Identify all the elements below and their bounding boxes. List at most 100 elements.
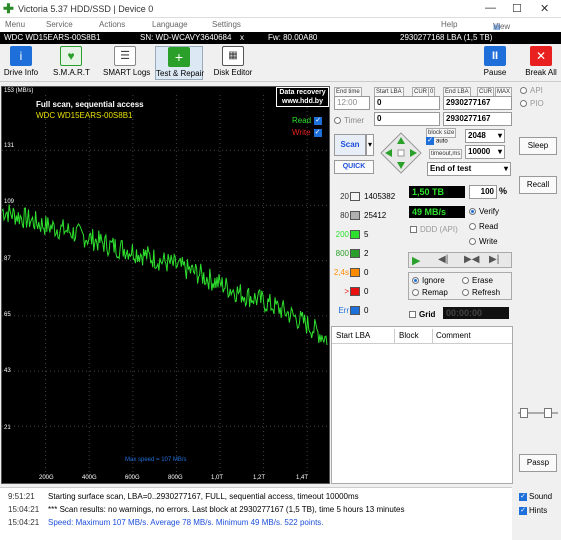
timer-field[interactable]: 0 — [374, 112, 440, 126]
block-counter-row: >0 — [331, 285, 407, 299]
menu-item-service[interactable]: Service — [46, 20, 73, 29]
api-option[interactable]: API — [520, 86, 543, 95]
disk-editor-button[interactable]: ▦ Disk Editor — [213, 46, 253, 80]
play-icon[interactable]: ▶ — [412, 254, 420, 267]
quick-button[interactable]: QUICK — [334, 160, 374, 174]
speed-graph: 153 (MB/s) 131 109 87 65 43 21 200G 400G… — [1, 86, 330, 484]
max-speed-label: Max speed = 107 MB/s — [125, 457, 187, 463]
hints-label: Hints — [529, 506, 548, 515]
block-size-select[interactable]: 2048 ▾ — [465, 129, 505, 143]
slider-thumb-2[interactable] — [544, 408, 552, 418]
write-toggle[interactable]: Write ✓ — [292, 128, 322, 137]
refresh-option[interactable]: Refresh — [462, 288, 500, 297]
erase-option[interactable]: Erase — [462, 276, 493, 285]
block-counter-label: Err — [338, 306, 349, 315]
menu-item-help[interactable]: Help — [441, 20, 457, 29]
scan-button[interactable]: Scan — [334, 134, 366, 156]
auto-toggle[interactable]: ✓ auto — [426, 137, 448, 145]
pause-label: Pause — [483, 68, 507, 77]
maximize-icon[interactable]: ☐ — [512, 2, 522, 15]
skip-end-icon[interactable]: ▶| — [489, 254, 499, 265]
hints-toggle[interactable]: ✓ Hints — [519, 506, 547, 515]
menu-item-menu[interactable]: Menu — [5, 20, 25, 29]
disk-editor-icon: ▦ — [222, 46, 244, 66]
x-tick-800g: 800G — [168, 475, 183, 481]
refresh-label: Refresh — [472, 288, 501, 297]
menu-item-language[interactable]: Language — [152, 20, 188, 29]
bad-block-list[interactable]: Start LBA Block Comment — [331, 326, 513, 484]
end-lba-field-2[interactable]: 2930277167 — [443, 112, 512, 126]
smart-logs-button[interactable]: ☰ SMART Logs — [103, 46, 150, 80]
recall-button[interactable]: Recall — [519, 176, 557, 194]
smart-button[interactable]: ♥ S.M.A.R.T — [53, 46, 90, 80]
log-time: 9:51:21 — [8, 492, 35, 501]
sound-toggle[interactable]: ✓ Sound — [519, 492, 552, 501]
ddd-api-toggle[interactable]: DDD (API) — [410, 225, 458, 234]
grid-checkbox-icon — [409, 311, 416, 319]
speed-display: 49 MB/s — [409, 206, 465, 218]
hints-slider[interactable] — [518, 408, 558, 418]
block-counter-swatch — [350, 211, 360, 220]
block-counter-label: 200 — [335, 230, 349, 239]
scan-dropdown-icon[interactable]: ▾ — [366, 134, 374, 156]
stats-panel: 1,50 TB 100 % 49 MB/s DDD (API) Verify R… — [407, 182, 515, 322]
start-lba-field[interactable]: 0 — [374, 96, 440, 110]
timer-toggle[interactable]: Timer — [334, 116, 364, 125]
block-counter-swatch — [350, 192, 360, 201]
stop-icon: ✕ — [530, 46, 552, 66]
grid-toggle[interactable]: Grid — [409, 310, 435, 319]
api-radio-icon — [520, 87, 527, 95]
log-message: Speed: Maximum 107 MB/s. Average 78 MB/s… — [48, 518, 324, 527]
timer-display: 00:00:00 — [443, 307, 509, 319]
end-lba-field[interactable]: 2930277167 — [443, 96, 512, 110]
refresh-radio-icon — [462, 289, 469, 297]
read-toggle[interactable]: Read ✓ — [292, 116, 323, 125]
write-option[interactable]: Write — [469, 237, 498, 246]
block-counter-swatch — [350, 306, 360, 315]
pause-icon: II — [484, 46, 506, 66]
api-label: API — [530, 86, 543, 95]
chevron-down-icon: ▾ — [497, 131, 502, 140]
menu-item-actions[interactable]: Actions — [99, 20, 125, 29]
minimize-icon[interactable]: — — [485, 2, 496, 14]
log-entry: 9:51:21 Starting surface scan, LBA=0..293… — [0, 492, 512, 504]
block-counter-count: 5 — [364, 230, 369, 239]
sleep-button[interactable]: Sleep — [519, 137, 557, 155]
verify-option[interactable]: Verify — [469, 207, 499, 216]
col-block[interactable]: Block — [399, 331, 419, 340]
block-counter-label: 80 — [340, 211, 349, 220]
end-of-test-select[interactable]: End of test ▾ — [427, 162, 511, 176]
block-counter-label: > — [344, 287, 349, 296]
scan-control-panel: End time Start LBA CUR 0 End LBA CUR MAX… — [331, 84, 515, 180]
slider-thumb[interactable] — [520, 408, 528, 418]
remap-option[interactable]: Remap — [412, 288, 448, 297]
read-option[interactable]: Read — [469, 222, 498, 231]
drive-firmware: Fw: 80.00A80 — [268, 33, 318, 42]
x-tick-600g: 600G — [125, 475, 140, 481]
drive-info-button[interactable]: i Drive Info — [3, 46, 39, 80]
logs-icon: ☰ — [114, 46, 136, 66]
repair-options: Ignore Erase Remap Refresh — [408, 272, 512, 300]
timeout-select[interactable]: 10000 ▾ — [465, 145, 505, 159]
pio-option[interactable]: PIO — [520, 99, 544, 108]
col-start-lba[interactable]: Start LBA — [336, 331, 370, 340]
test-repair-label: Test & Repair — [156, 69, 205, 78]
col-comment[interactable]: Comment — [436, 331, 471, 340]
menu-bar: Menu Service Actions Language Settings H… — [0, 18, 561, 49]
break-all-button[interactable]: ✕ Break All — [523, 46, 559, 80]
direction-pad-icon[interactable] — [379, 131, 423, 175]
close-icon[interactable]: ✕ — [540, 2, 549, 15]
info-close[interactable]: x — [240, 33, 244, 42]
block-size-value: 2048 — [468, 131, 486, 140]
passp-button[interactable]: Passp — [519, 454, 557, 472]
pause-button[interactable]: II Pause — [480, 46, 510, 80]
step-back-icon[interactable]: ◀| — [438, 254, 448, 265]
end-time-field[interactable]: 12:00 — [334, 96, 370, 110]
ignore-option[interactable]: Ignore — [412, 276, 445, 285]
test-repair-button[interactable]: + Test & Repair — [155, 46, 205, 80]
block-counters: 20 1405382 80 25412 200 5 800 2 2,4s 0 >0 Err 0 — [331, 182, 407, 322]
block-counter-count: 25412 — [364, 211, 387, 220]
menu-item-settings[interactable]: Settings — [212, 20, 241, 29]
step-forward-icon[interactable]: ▶◀ — [464, 254, 479, 265]
log-entry: 15:04:21 *** Scan results: no warnings, n… — [0, 505, 512, 517]
